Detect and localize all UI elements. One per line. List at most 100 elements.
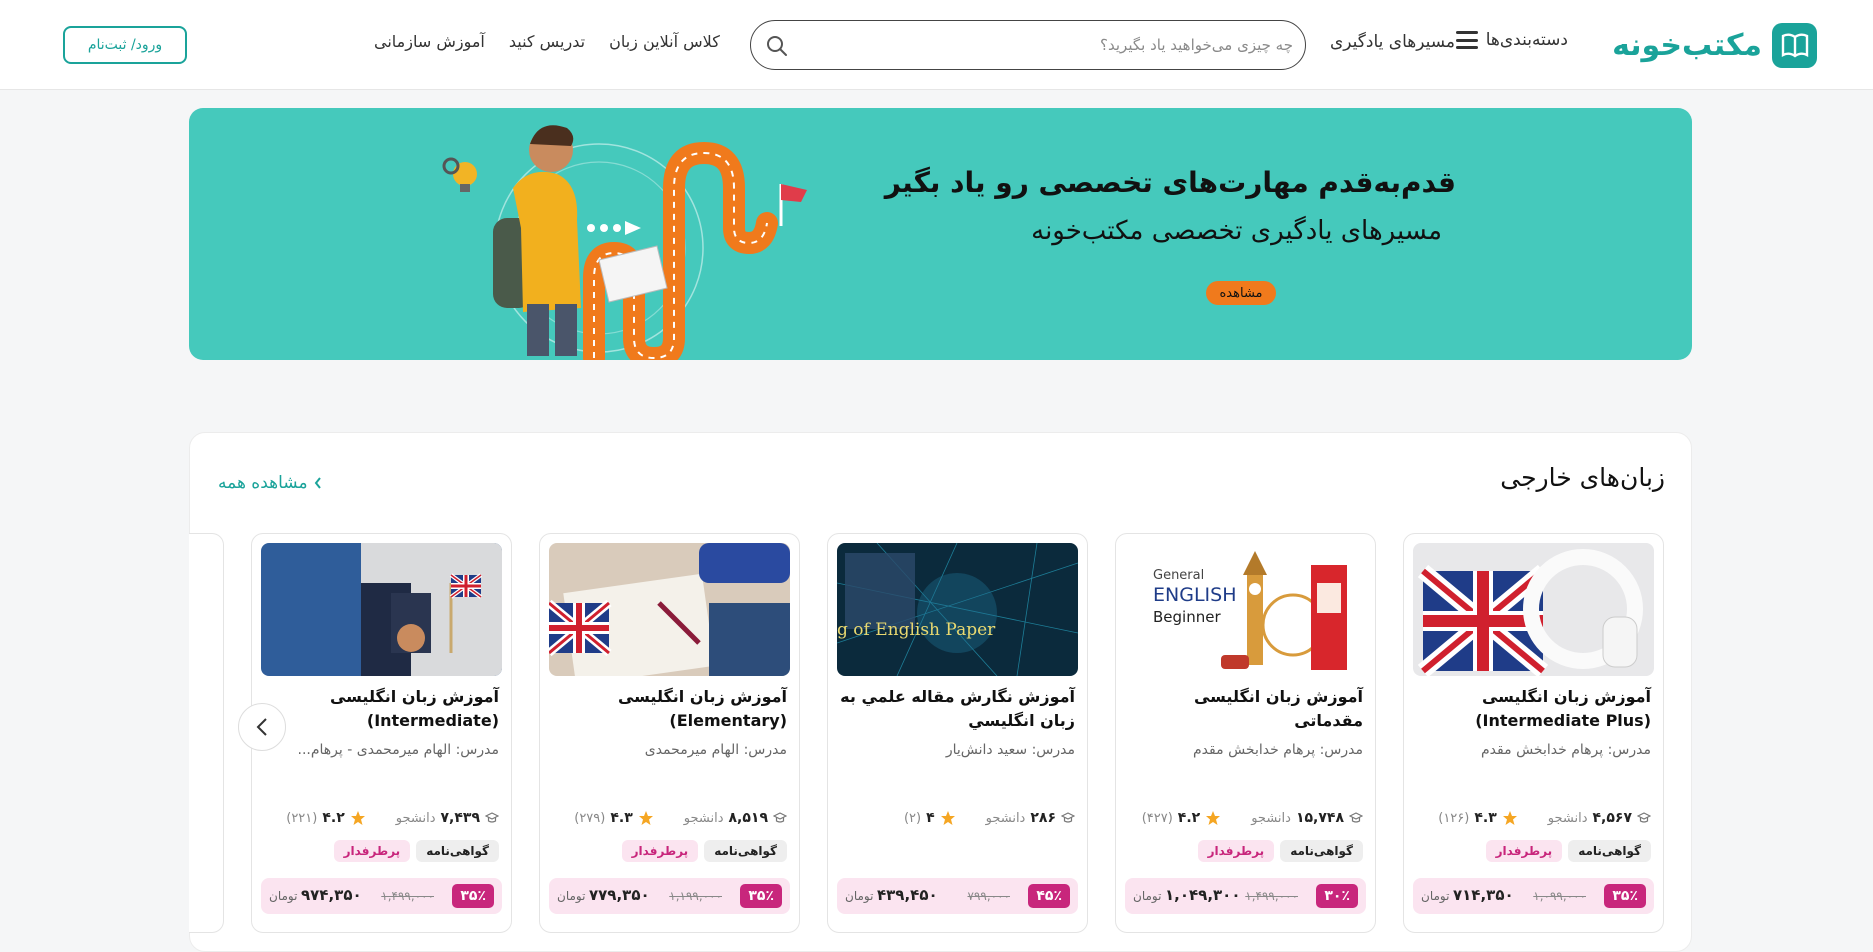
categories-label: دسته‌بندی‌ها: [1485, 30, 1568, 50]
star-icon: [1206, 811, 1221, 825]
graduation-cap-icon: [1061, 812, 1075, 823]
current-price: ۹۷۴,۳۵۰: [301, 886, 362, 904]
old-price: ۱,۱۹۹,۰۰۰: [669, 889, 722, 903]
course-thumbnail: [1413, 543, 1654, 676]
course-title[interactable]: آموزش زبان انگلیسی (Intermediate Plus): [1416, 685, 1651, 733]
student-count: ۴,۵۶۷: [1592, 810, 1633, 826]
course-stats: ۴,۵۶۷ دانشجو ۴.۳ (۱۲۶): [1414, 808, 1651, 828]
currency-label: تومان: [269, 889, 298, 903]
view-all-link[interactable]: مشاهده همه: [218, 473, 322, 493]
section-title: زبان‌های خارجی: [1500, 463, 1665, 492]
course-title[interactable]: آموزش زبان انگلیسی (Elementary): [552, 685, 787, 733]
students-label: دانشجو: [395, 810, 436, 826]
course-title[interactable]: آموزش زبان انگلیسی مقدماتی: [1128, 685, 1363, 733]
book-logo-icon: [1772, 22, 1817, 68]
svg-text:g of English Paper: g of English Paper: [837, 620, 996, 640]
chevron-left-icon: [314, 477, 321, 489]
banner-view-button[interactable]: مشاهده: [1206, 281, 1276, 305]
old-price: ۱,۰۹۹,۰۰۰: [1533, 889, 1586, 903]
top-links: آموزش سازمانی تدریس کنید کلاس آنلاین زبا…: [374, 32, 720, 51]
certificate-badge: گواهی‌نامه: [1568, 840, 1651, 862]
course-stats: ۸,۵۱۹ دانشجو ۴.۳ (۲۷۹): [550, 808, 787, 828]
review-count: (۲): [903, 810, 922, 826]
course-thumbnail: [261, 543, 502, 676]
banner-title: قدم‌به‌قدم مهارت‌های تخصصی رو یاد بگیر: [884, 166, 1456, 199]
course-card[interactable]: General ENGLISH Beginner آموزش زبان انگل…: [1115, 533, 1376, 933]
current-price: ۷۷۹,۳۵۰: [589, 886, 650, 904]
course-teacher: مدرس: الهام میرمحمدی - پرهام...: [297, 742, 499, 758]
review-count: (۱۲۶): [1438, 810, 1470, 826]
rating: ۴.۲: [322, 810, 345, 826]
promo-banner[interactable]: قدم‌به‌قدم مهارت‌های تخصصی رو یاد بگیر م…: [189, 108, 1692, 360]
partial-course-card[interactable]: [189, 533, 224, 933]
price-bar: ۴۵٪ ۷۹۹,۰۰۰ ۴۳۹,۴۵۰ تومان: [837, 878, 1078, 914]
corporate-training-link[interactable]: آموزش سازمانی: [374, 32, 485, 51]
currency-label: تومان: [1421, 889, 1450, 903]
logo[interactable]: مکتب‌خونه: [1612, 22, 1817, 68]
course-card[interactable]: g of English Paper آموزش نگارش مقاله علم…: [827, 533, 1088, 933]
search-icon[interactable]: [765, 34, 789, 58]
old-price: ۱,۴۹۹,۰۰۰: [1245, 889, 1298, 903]
course-thumbnail: [549, 543, 790, 676]
popular-badge: پرطرفدار: [1197, 840, 1275, 862]
old-price: ۷۹۹,۰۰۰: [967, 889, 1011, 903]
currency-label: تومان: [1133, 889, 1162, 903]
certificate-badge: گواهی‌نامه: [416, 840, 499, 862]
discount-badge: ۳۵٪: [452, 884, 494, 908]
course-card[interactable]: آموزش زبان انگلیسی (Intermediate) مدرس: …: [251, 533, 512, 933]
discount-badge: ۳۰٪: [1316, 884, 1358, 908]
course-card[interactable]: آموزش زبان انگلیسی (Elementary) مدرس: ال…: [539, 533, 800, 933]
search-input[interactable]: [823, 31, 1293, 59]
students-label: دانشجو: [1251, 810, 1291, 826]
login-button[interactable]: ورود/ ثبت‌نام: [63, 26, 187, 64]
graduation-cap-icon: [773, 812, 787, 823]
rating: ۴: [926, 810, 935, 826]
price-bar: ۳۵٪ ۱,۴۹۹,۰۰۰ ۹۷۴,۳۵۰ تومان: [261, 878, 502, 914]
current-price: ۴۳۹,۴۵۰: [877, 886, 938, 904]
review-count: (۲۲۱): [286, 810, 318, 826]
course-badges: پرطرفدار گواهی‌نامه: [333, 840, 499, 862]
currency-label: تومان: [845, 889, 874, 903]
view-all-label: مشاهده همه: [218, 473, 308, 493]
course-card[interactable]: آموزش زبان انگلیسی (Intermediate Plus) م…: [1403, 533, 1664, 933]
course-teacher: مدرس: پرهام خدابخش مقدم: [1481, 742, 1651, 758]
student-count: ۸,۵۱۹: [728, 810, 769, 826]
course-stats: ۷,۴۳۹ دانشجو ۴.۲ (۲۲۱): [262, 808, 499, 828]
course-badges: پرطرفدار گواهی‌نامه: [621, 840, 787, 862]
student-count: ۲۸۶: [1030, 810, 1056, 826]
discount-badge: ۳۵٪: [740, 884, 782, 908]
price-bar: ۳۵٪ ۱,۰۹۹,۰۰۰ ۷۱۴,۳۵۰ تومان: [1413, 878, 1654, 914]
course-stats: ۲۸۶ دانشجو ۴ (۲): [838, 808, 1075, 828]
students-label: دانشجو: [683, 810, 724, 826]
online-language-class-link[interactable]: کلاس آنلاین زبان: [609, 32, 720, 51]
teach-link[interactable]: تدریس کنید: [509, 32, 585, 51]
star-icon: [350, 811, 365, 825]
learning-paths-link[interactable]: مسیرهای یادگیری: [1330, 32, 1455, 52]
discount-badge: ۴۵٪: [1028, 884, 1070, 908]
popular-badge: پرطرفدار: [1485, 840, 1563, 862]
course-teacher: مدرس: سعید دانش‌یار: [945, 742, 1075, 758]
banner-subtitle: مسیرهای یادگیری تخصصی مکتب‌خونه: [1031, 216, 1442, 246]
review-count: (۴۲۷): [1141, 810, 1173, 826]
student-count: ۷,۴۳۹: [440, 810, 481, 826]
site-header: مکتب‌خونه دسته‌بندی‌ها مسیرهای یادگیری آ…: [0, 0, 1873, 90]
search-bar: [750, 20, 1306, 70]
rating: ۴.۳: [1474, 810, 1497, 826]
current-price: ۱,۰۴۹,۳۰۰: [1165, 886, 1241, 904]
hamburger-icon: [1455, 31, 1478, 49]
star-icon: [638, 811, 653, 825]
carousel-next-button[interactable]: [238, 703, 286, 751]
banner-illustration: [442, 125, 807, 360]
logo-text: مکتب‌خونه: [1612, 27, 1762, 63]
students-label: دانشجو: [1547, 810, 1588, 826]
graduation-cap-icon: [485, 812, 499, 823]
course-thumbnail: g of English Paper: [837, 543, 1078, 676]
course-title[interactable]: آموزش نگارش مقاله علمي به زبان انگليسي: [840, 685, 1075, 733]
old-price: ۱,۴۹۹,۰۰۰: [381, 889, 434, 903]
course-title[interactable]: آموزش زبان انگلیسی (Intermediate): [264, 685, 499, 733]
graduation-cap-icon: [1349, 812, 1363, 823]
students-label: دانشجو: [985, 810, 1026, 826]
course-badges: پرطرفدار گواهی‌نامه: [1197, 840, 1363, 862]
current-price: ۷۱۴,۳۵۰: [1453, 886, 1514, 904]
categories-menu[interactable]: دسته‌بندی‌ها: [1455, 30, 1568, 50]
